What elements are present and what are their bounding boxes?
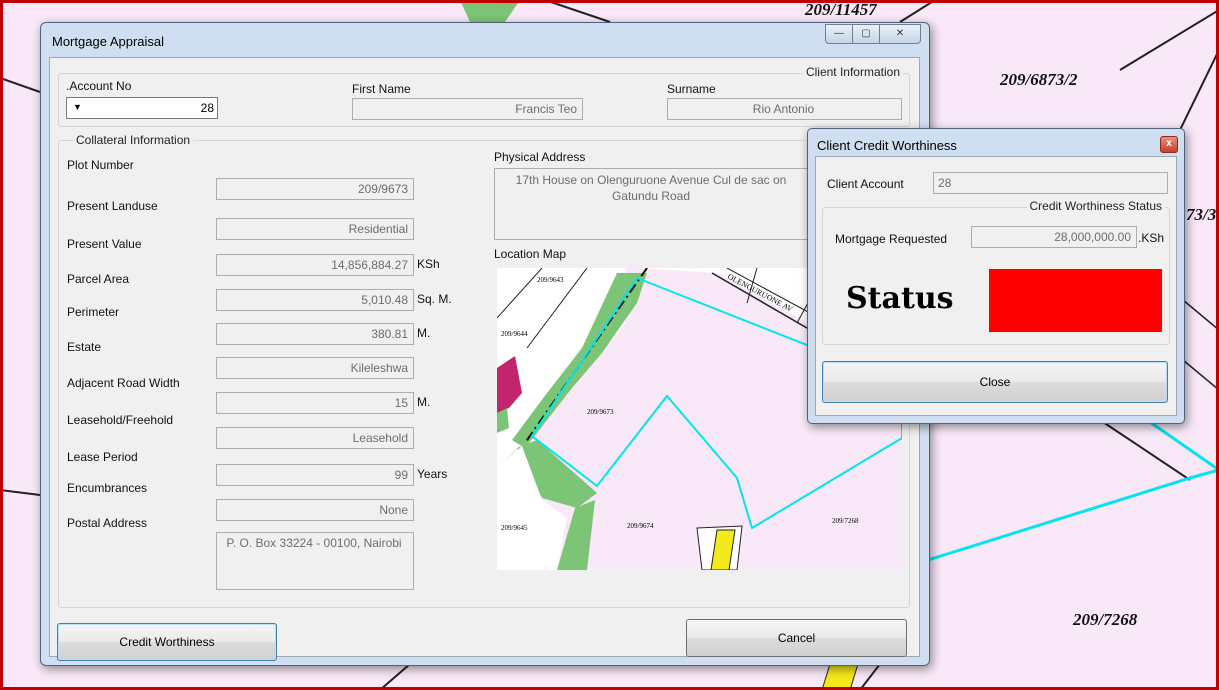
dialog-client-area: Client Account 28 Credit Worthiness Stat… xyxy=(815,156,1177,416)
physical-address-field[interactable]: 17th House on Olenguruone Avenue Cul de … xyxy=(494,168,810,240)
present-value-label: Present Value xyxy=(67,237,142,251)
map-parcel-label-209-9644: 209/9644 xyxy=(501,330,528,338)
map-parcel-label-209-9643: 209/9643 xyxy=(537,276,564,284)
map-label-73-3: 73/3 xyxy=(1186,205,1217,224)
client-credit-worthiness-dialog: Client Credit Worthiness x Client Accoun… xyxy=(807,128,1185,424)
estate-field[interactable]: Kileleshwa xyxy=(216,357,414,379)
surname-field[interactable]: Rio Antonio xyxy=(667,98,902,120)
first-name-label: First Name xyxy=(352,82,411,96)
client-account-label: Client Account xyxy=(827,177,904,191)
mortgage-appraisal-window: Mortgage Appraisal — ▢ ✕ Client Informat… xyxy=(40,22,930,666)
present-landuse-field[interactable]: Residential xyxy=(216,218,414,240)
parcel-area-unit: Sq. M. xyxy=(417,292,452,306)
location-map-label: Location Map xyxy=(494,247,567,261)
cancel-button[interactable]: Cancel xyxy=(686,619,907,657)
client-information-caption: Client Information xyxy=(802,65,903,79)
map-label-209-7268: 209/7268 xyxy=(1073,610,1138,629)
dialog-title: Client Credit Worthiness xyxy=(817,138,957,153)
close-button[interactable]: Close xyxy=(822,361,1168,403)
credit-worthiness-status-caption: Credit Worthiness Status xyxy=(1026,199,1165,213)
perimeter-unit: M. xyxy=(417,326,431,340)
encumbrances-field[interactable]: None xyxy=(216,499,414,521)
lease-period-unit: Years xyxy=(417,467,448,481)
status-indicator xyxy=(989,269,1162,332)
minimize-button[interactable]: — xyxy=(825,24,853,44)
window-title: Mortgage Appraisal xyxy=(52,34,165,49)
window-client-area: Client Information .Account No ▼ 28 Firs… xyxy=(49,57,920,661)
mortgage-requested-field[interactable]: 28,000,000.00 xyxy=(971,226,1137,248)
chevron-down-icon[interactable]: ▼ xyxy=(73,102,82,112)
first-name-field[interactable]: Francis Teo xyxy=(352,98,583,120)
map-parcel-label-209-9645: 209/9645 xyxy=(501,524,528,532)
collateral-information-caption: Collateral Information xyxy=(73,133,194,147)
lease-period-label: Lease Period xyxy=(67,450,138,464)
perimeter-field[interactable]: 380.81 xyxy=(216,323,414,345)
map-label-209-11457: 209/11457 xyxy=(805,0,877,19)
physical-address-label: Physical Address xyxy=(494,150,586,164)
encumbrances-label: Encumbrances xyxy=(67,481,148,495)
dialog-close-icon[interactable]: x xyxy=(1160,136,1178,153)
present-value-unit: KSh xyxy=(417,257,440,271)
account-no-label: .Account No xyxy=(66,79,132,93)
map-label-209-6873-2: 209/6873/2 xyxy=(1000,70,1078,89)
close-window-button[interactable]: ✕ xyxy=(879,24,921,44)
present-value-field[interactable]: 14,856,884.27 xyxy=(216,254,414,276)
maximize-button[interactable]: ▢ xyxy=(852,24,880,44)
parcel-area-label: Parcel Area xyxy=(67,272,130,286)
status-label: Status xyxy=(846,281,954,316)
plot-number-label: Plot Number xyxy=(67,158,134,172)
map-parcel-label-209-7268: 209/7268 xyxy=(832,517,859,525)
map-parcel-label-209-9673: 209/9673 xyxy=(587,408,614,416)
credit-worthiness-button[interactable]: Credit Worthiness xyxy=(57,623,277,661)
window-controls: — ▢ ✕ xyxy=(825,24,921,44)
present-landuse-label: Present Landuse xyxy=(67,199,158,213)
adjacent-road-width-field[interactable]: 15 xyxy=(216,392,414,414)
adjacent-road-width-label: Adjacent Road Width xyxy=(67,376,180,390)
postal-address-label: Postal Address xyxy=(67,516,148,530)
postal-address-field[interactable]: P. O. Box 33224 - 00100, Nairobi xyxy=(216,532,414,590)
map-parcel-label-209-9674: 209/9674 xyxy=(627,522,654,530)
surname-label: Surname xyxy=(667,82,716,96)
mortgage-requested-unit: .KSh xyxy=(1138,231,1165,245)
parcel-area-field[interactable]: 5,010.48 xyxy=(216,289,414,311)
mortgage-requested-label: Mortgage Requested xyxy=(835,232,948,246)
account-no-value: 28 xyxy=(200,101,214,115)
lease-period-field[interactable]: 99 xyxy=(216,464,414,486)
client-account-field[interactable]: 28 xyxy=(933,172,1168,194)
adjacent-road-width-unit: M. xyxy=(417,395,431,409)
account-no-combo[interactable]: ▼ 28 xyxy=(66,97,218,119)
perimeter-label: Perimeter xyxy=(67,305,120,319)
leasehold-freehold-label: Leasehold/Freehold xyxy=(67,413,174,427)
estate-label: Estate xyxy=(67,340,102,354)
leasehold-freehold-field[interactable]: Leasehold xyxy=(216,427,414,449)
plot-number-field[interactable]: 209/9673 xyxy=(216,178,414,200)
